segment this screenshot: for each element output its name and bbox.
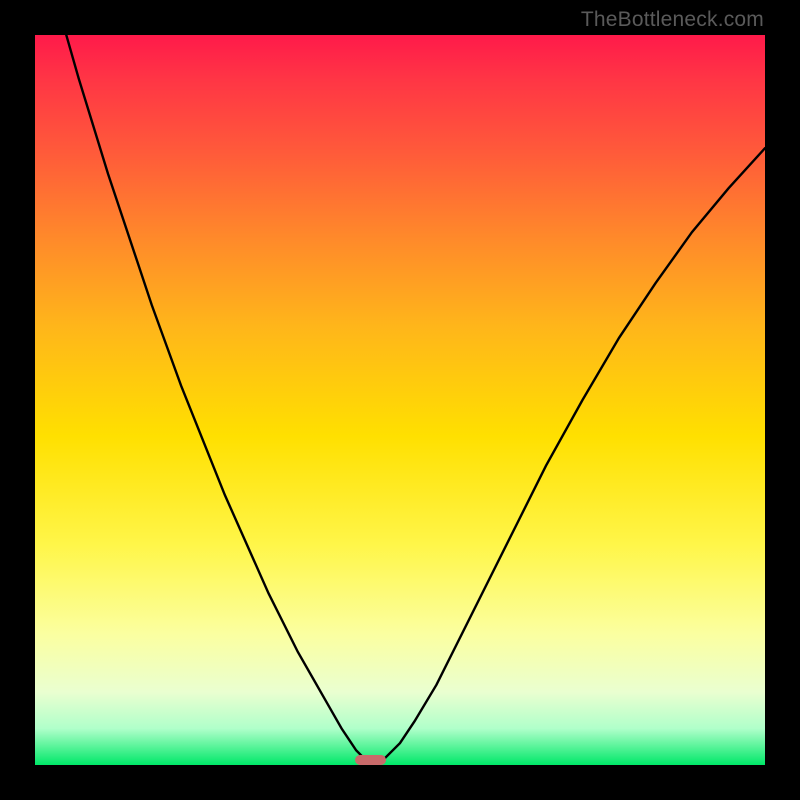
curve-svg xyxy=(35,35,765,765)
watermark-text: TheBottleneck.com xyxy=(581,8,764,32)
chart-frame: TheBottleneck.com xyxy=(0,0,800,800)
plot-area xyxy=(35,35,765,765)
minimum-marker xyxy=(355,755,386,765)
bottleneck-curve xyxy=(35,35,765,765)
